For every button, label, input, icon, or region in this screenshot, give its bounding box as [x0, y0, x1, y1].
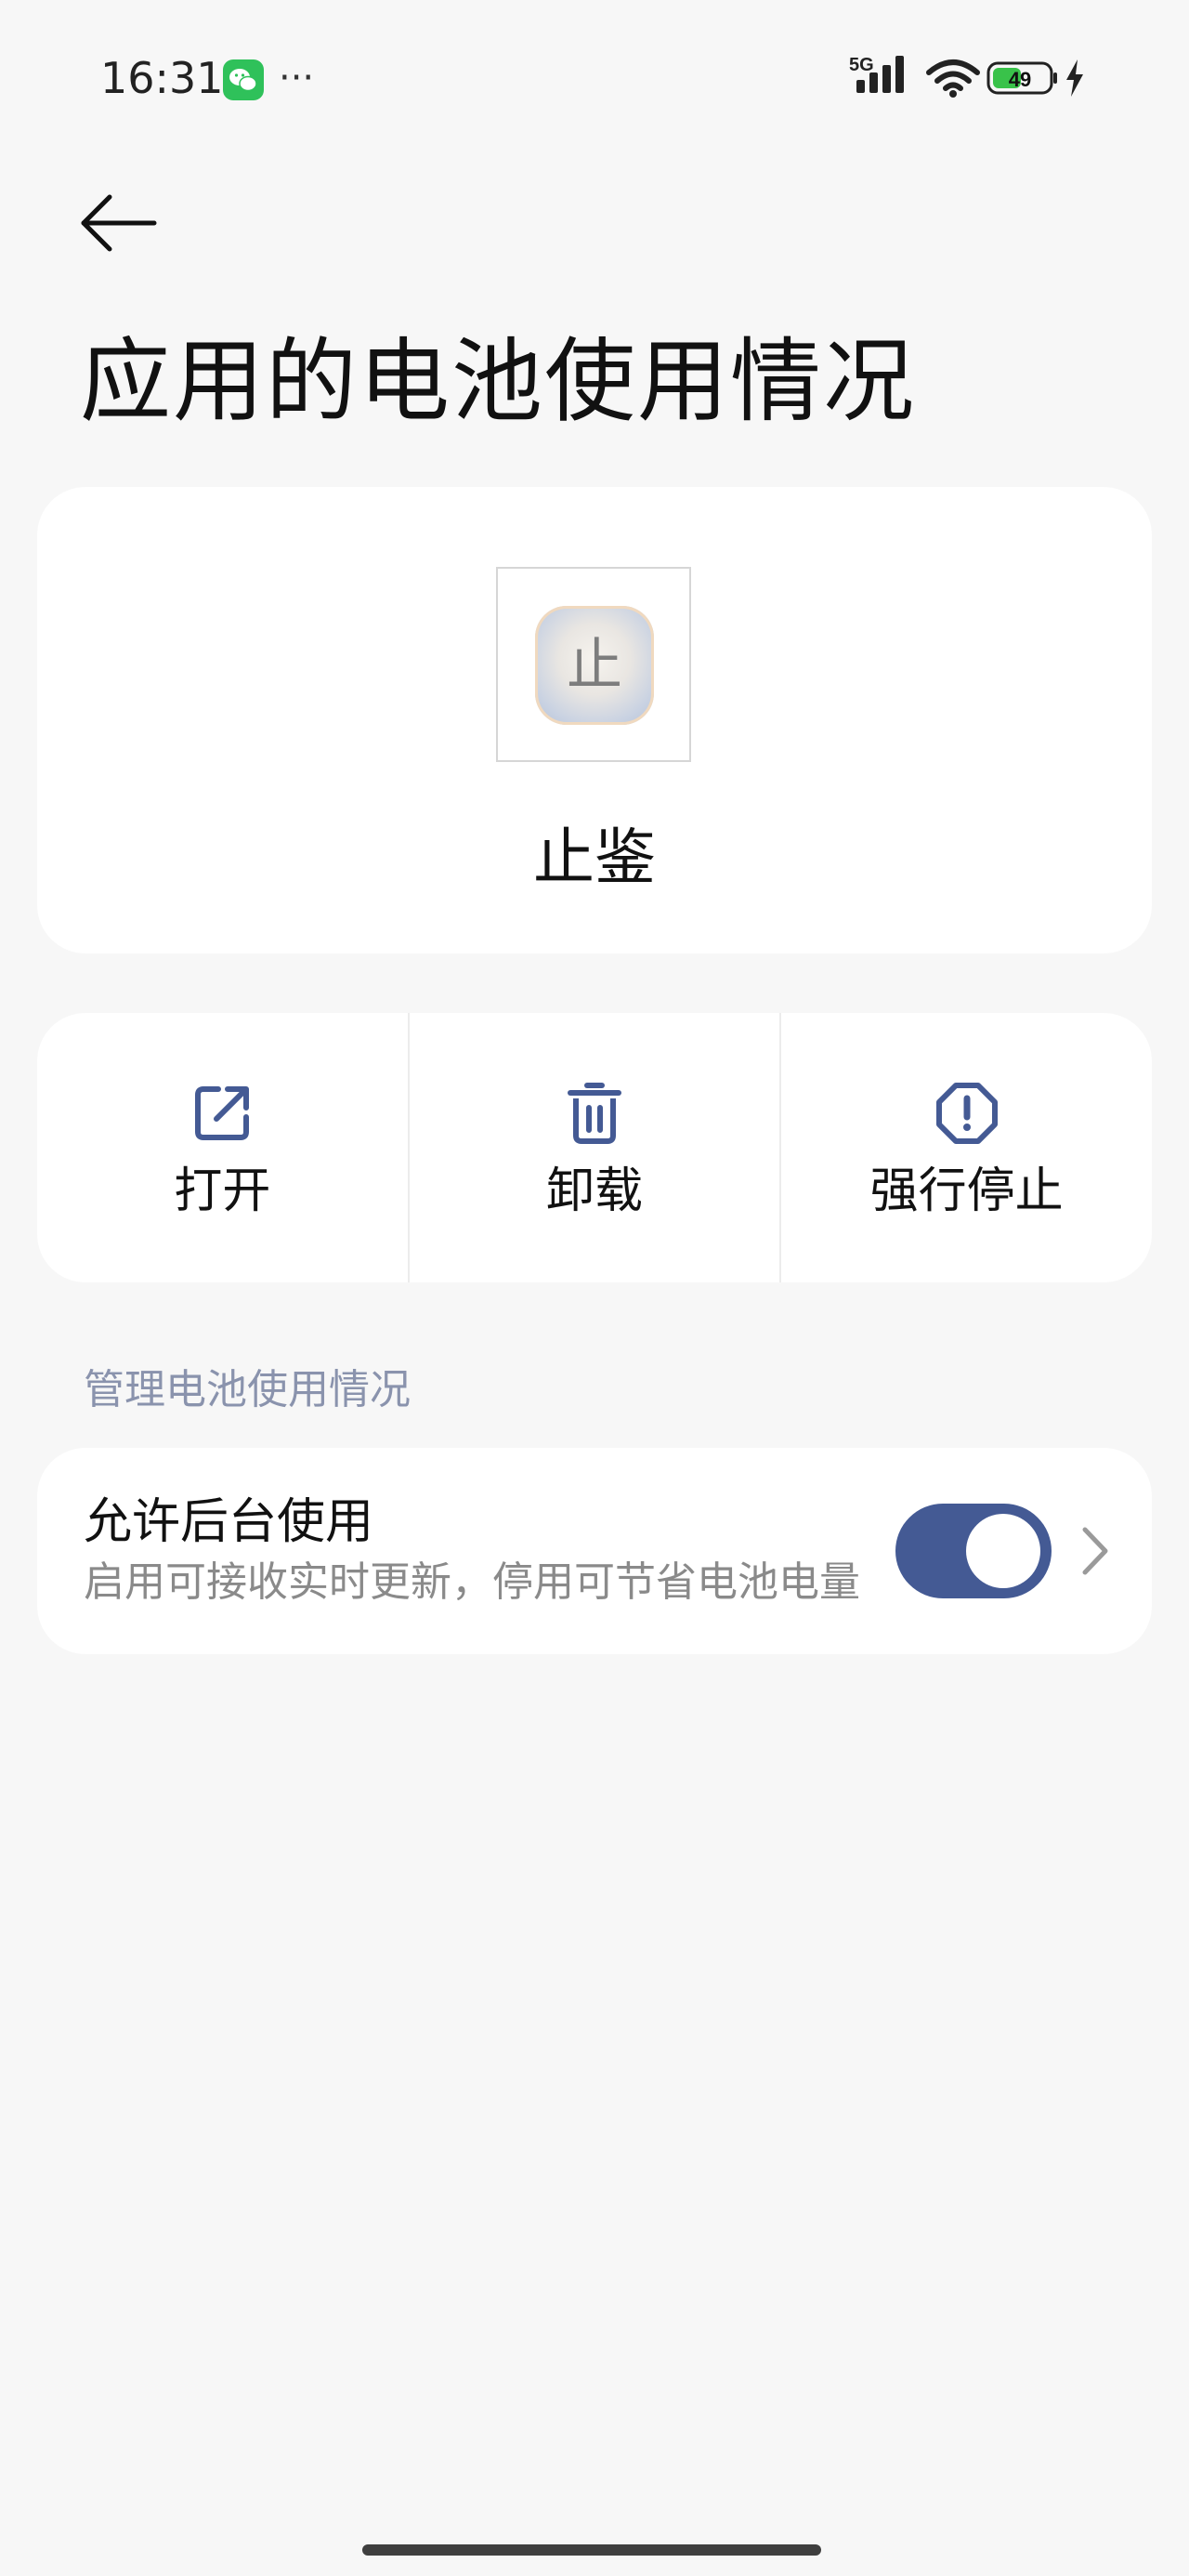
battery-section-header: 管理电池使用情况: [84, 1366, 411, 1413]
background-usage-row[interactable]: 允许后台使用 启用可接收实时更新，停用可节省电池电量: [37, 1448, 1152, 1654]
alert-octagon-icon: [935, 1083, 998, 1144]
open-button-label: 打开: [174, 1163, 271, 1219]
app-actions-card: 打开 卸载 强行停止: [37, 1013, 1152, 1282]
home-indicator[interactable]: [362, 2544, 821, 2556]
trash-icon: [568, 1083, 621, 1144]
wifi-icon: [926, 59, 980, 98]
uninstall-button[interactable]: 卸载: [407, 1013, 780, 1282]
app-info-card: 止 止鉴: [37, 487, 1152, 953]
open-button[interactable]: 打开: [37, 1013, 408, 1282]
status-time: 16:31: [100, 53, 224, 103]
battery-icon: 49: [986, 59, 1059, 97]
app-icon-glyph: 止: [567, 633, 622, 698]
network-type-label: 5G: [849, 55, 874, 75]
app-icon: 止: [535, 606, 654, 725]
chevron-right-icon: [1082, 1527, 1108, 1575]
force-stop-button-label: 强行停止: [869, 1163, 1064, 1219]
back-button[interactable]: [74, 186, 160, 260]
status-bar: 16:31 ··· 5G 49: [0, 0, 1189, 158]
background-usage-description: 启用可接收实时更新，停用可节省电池电量: [84, 1558, 860, 1606]
open-external-icon: [195, 1086, 250, 1140]
charging-icon: [1066, 59, 1083, 97]
app-icon-frame: 止: [496, 567, 691, 762]
wechat-icon: [223, 59, 264, 100]
arrow-left-icon: [81, 194, 157, 252]
app-name: 止鉴: [533, 821, 656, 893]
battery-level-label: 49: [1009, 68, 1031, 91]
force-stop-button[interactable]: 强行停止: [779, 1013, 1152, 1282]
background-usage-title: 允许后台使用: [84, 1494, 374, 1550]
signal-icon: 5G: [849, 55, 904, 93]
page-title: 应用的电池使用情况: [80, 329, 917, 435]
notification-more-icon: ···: [279, 57, 315, 99]
toggle-knob: [966, 1514, 1040, 1588]
uninstall-button-label: 卸载: [546, 1163, 644, 1219]
background-usage-toggle[interactable]: [895, 1504, 1052, 1598]
